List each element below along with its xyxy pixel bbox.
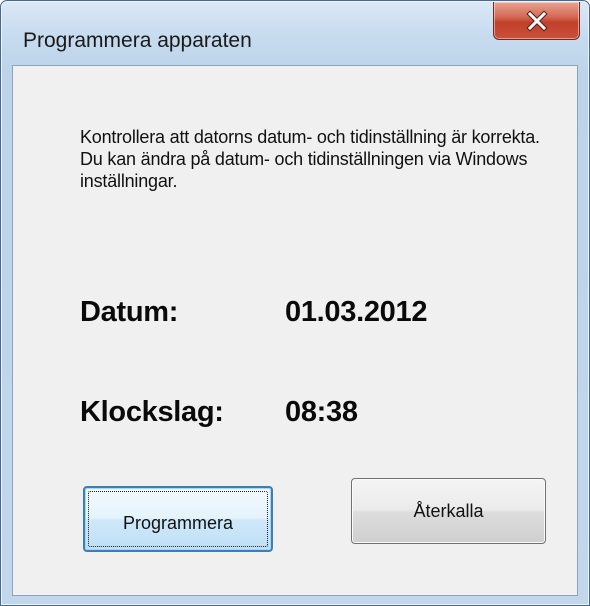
date-value: 01.03.2012: [285, 296, 428, 328]
cancel-button-label: Återkalla: [413, 500, 484, 521]
close-icon: [525, 9, 548, 32]
dialog-content: Kontrollera att datorns datum- och tidin…: [12, 65, 578, 596]
date-label: Datum:: [80, 296, 179, 328]
dialog-window: Programmera apparaten Kontrollera att da…: [0, 0, 590, 606]
program-button-label: Programmera: [122, 512, 234, 533]
window-bottom-frame: [1, 596, 589, 606]
time-value: 08:38: [285, 396, 358, 428]
time-label: Klockslag:: [80, 396, 224, 428]
cancel-button[interactable]: Återkalla: [351, 478, 546, 544]
window-title: Programmera apparaten: [23, 29, 252, 52]
close-button[interactable]: [493, 2, 580, 40]
instruction-text: Kontrollera att datorns datum- och tidin…: [80, 127, 540, 191]
title-bar[interactable]: Programmera apparaten: [1, 1, 589, 65]
program-button[interactable]: Programmera: [83, 486, 273, 552]
